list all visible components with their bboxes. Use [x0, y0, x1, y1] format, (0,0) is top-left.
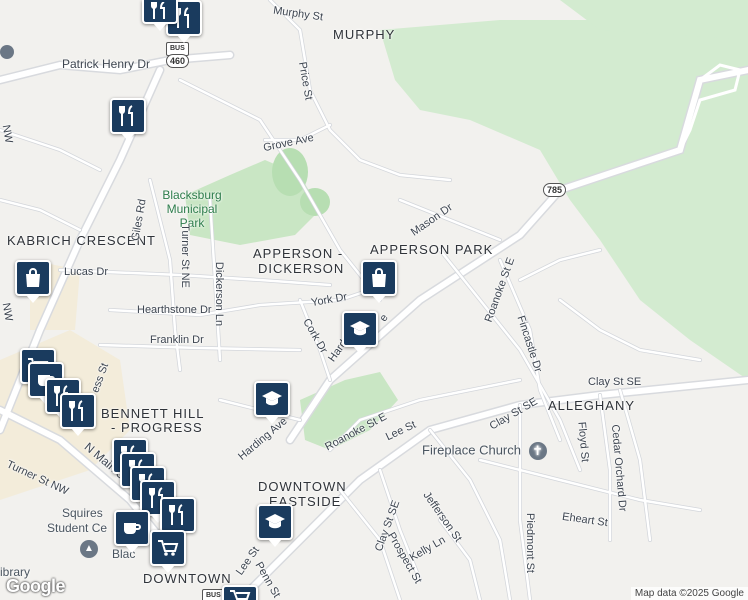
restaurant-icon	[69, 400, 83, 421]
us-460-shield: 460	[166, 54, 190, 68]
school-icon	[265, 514, 285, 529]
restaurant-icon	[151, 2, 165, 19]
poi-fireplace-church-label: Fireplace Church	[422, 442, 521, 458]
street-turner-st-ne: Turner St NE	[178, 224, 191, 288]
cafe-marker-downtown[interactable]	[114, 510, 150, 553]
street-franklin-dr: Franklin Dr	[150, 334, 204, 346]
street-clay-st-se-east: Clay St SE	[588, 376, 642, 388]
poi-squires: Squires	[62, 506, 103, 520]
label-downtown-eastside-line1: DOWNTOWN	[258, 479, 347, 494]
shopping-bag-icon	[26, 268, 40, 287]
school-marker-harding[interactable]	[342, 311, 378, 354]
label-apperson-park: APPERSON PARK	[370, 242, 494, 257]
restaurant-marker-3[interactable]	[60, 393, 96, 436]
label-bennett-hill-line2: - PROGRESS	[111, 420, 203, 435]
map-canvas[interactable]: MURPHY KABRICH CRESCENT APPERSON - DICKE…	[0, 0, 748, 600]
label-municipal-park[interactable]: Blacksburg Municipal Park	[152, 188, 232, 230]
grocery-cart-icon	[230, 589, 251, 600]
restaurant-icon	[119, 105, 133, 126]
label-bennett-hill-line1: BENNETT HILL	[101, 406, 205, 421]
label-alleghany: ALLEGHANY	[548, 398, 636, 413]
cafe-icon	[124, 523, 141, 534]
poi-library-icon: ▲	[80, 540, 98, 558]
route-785-shield: 785	[543, 183, 567, 197]
label-murphy: MURPHY	[333, 27, 396, 42]
street-patrick-henry-dr: Patrick Henry Dr	[62, 57, 151, 71]
street-lucas-dr: Lucas Dr	[64, 266, 109, 278]
label-apperson-dickerson-line1: APPERSON -	[253, 246, 344, 261]
restaurant-cluster-5[interactable]	[160, 497, 196, 540]
restaurant-marker-left[interactable]	[110, 98, 146, 141]
shopping-bag-icon	[372, 268, 386, 287]
poi-student-center: Student Ce	[47, 521, 108, 535]
park-line-3: Park	[179, 216, 205, 230]
school-marker-bennett[interactable]	[254, 381, 290, 424]
street-piedmont-st: Piedmont St	[523, 513, 536, 573]
grocery-marker-downtown[interactable]	[150, 530, 186, 573]
label-apperson-dickerson-line2: DICKERSON	[258, 261, 345, 276]
restaurant-marker-top-2[interactable]	[142, 0, 178, 31]
poi-fireplace-church[interactable]: Fireplace Church ✝	[422, 442, 547, 460]
park-line-2: Municipal	[166, 202, 218, 216]
street-hearthstone-dr: Hearthstone Dr	[137, 304, 212, 316]
church-icon: ✝	[528, 442, 547, 460]
school-marker-eastside[interactable]	[257, 504, 293, 547]
street-dickerson-ln: Dickerson Ln	[213, 261, 226, 327]
park-line-1: Blacksburg	[162, 188, 222, 202]
grocery-marker-bottom[interactable]	[222, 585, 258, 600]
label-downtown: DOWNTOWN	[143, 571, 232, 586]
school-icon	[262, 391, 282, 406]
google-logo: Google	[6, 576, 66, 596]
school-icon	[350, 321, 370, 336]
shopping-marker-apperson[interactable]	[361, 260, 397, 303]
landmark-icon	[0, 45, 14, 59]
restaurant-icon	[169, 504, 183, 525]
map-attribution[interactable]: Map data ©2025 Google	[630, 587, 748, 600]
shopping-marker-left[interactable]	[15, 260, 51, 303]
grocery-cart-icon	[158, 540, 179, 556]
